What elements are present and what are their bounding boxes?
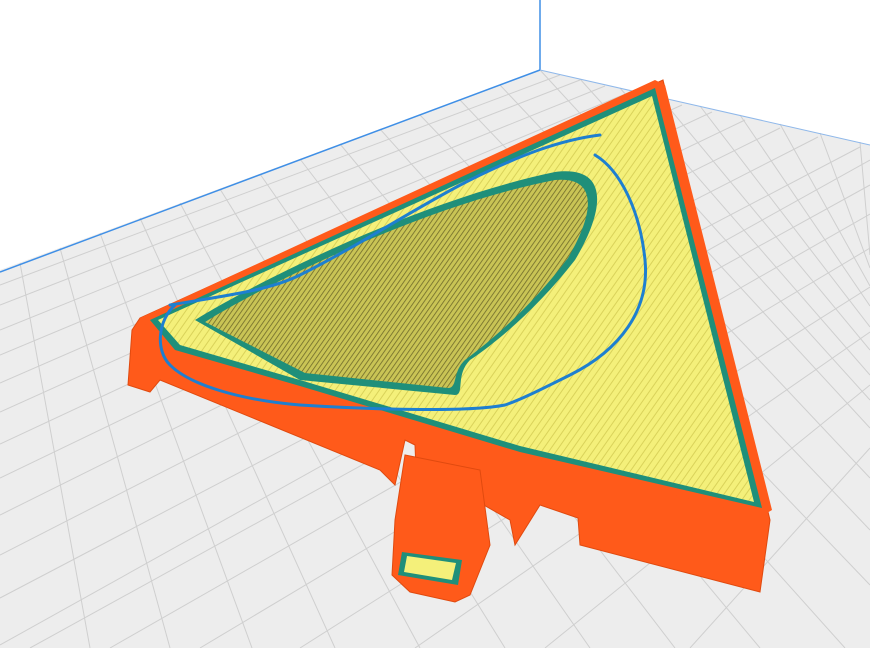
3d-viewport[interactable] bbox=[0, 0, 870, 648]
viewport-canvas[interactable] bbox=[0, 0, 870, 648]
